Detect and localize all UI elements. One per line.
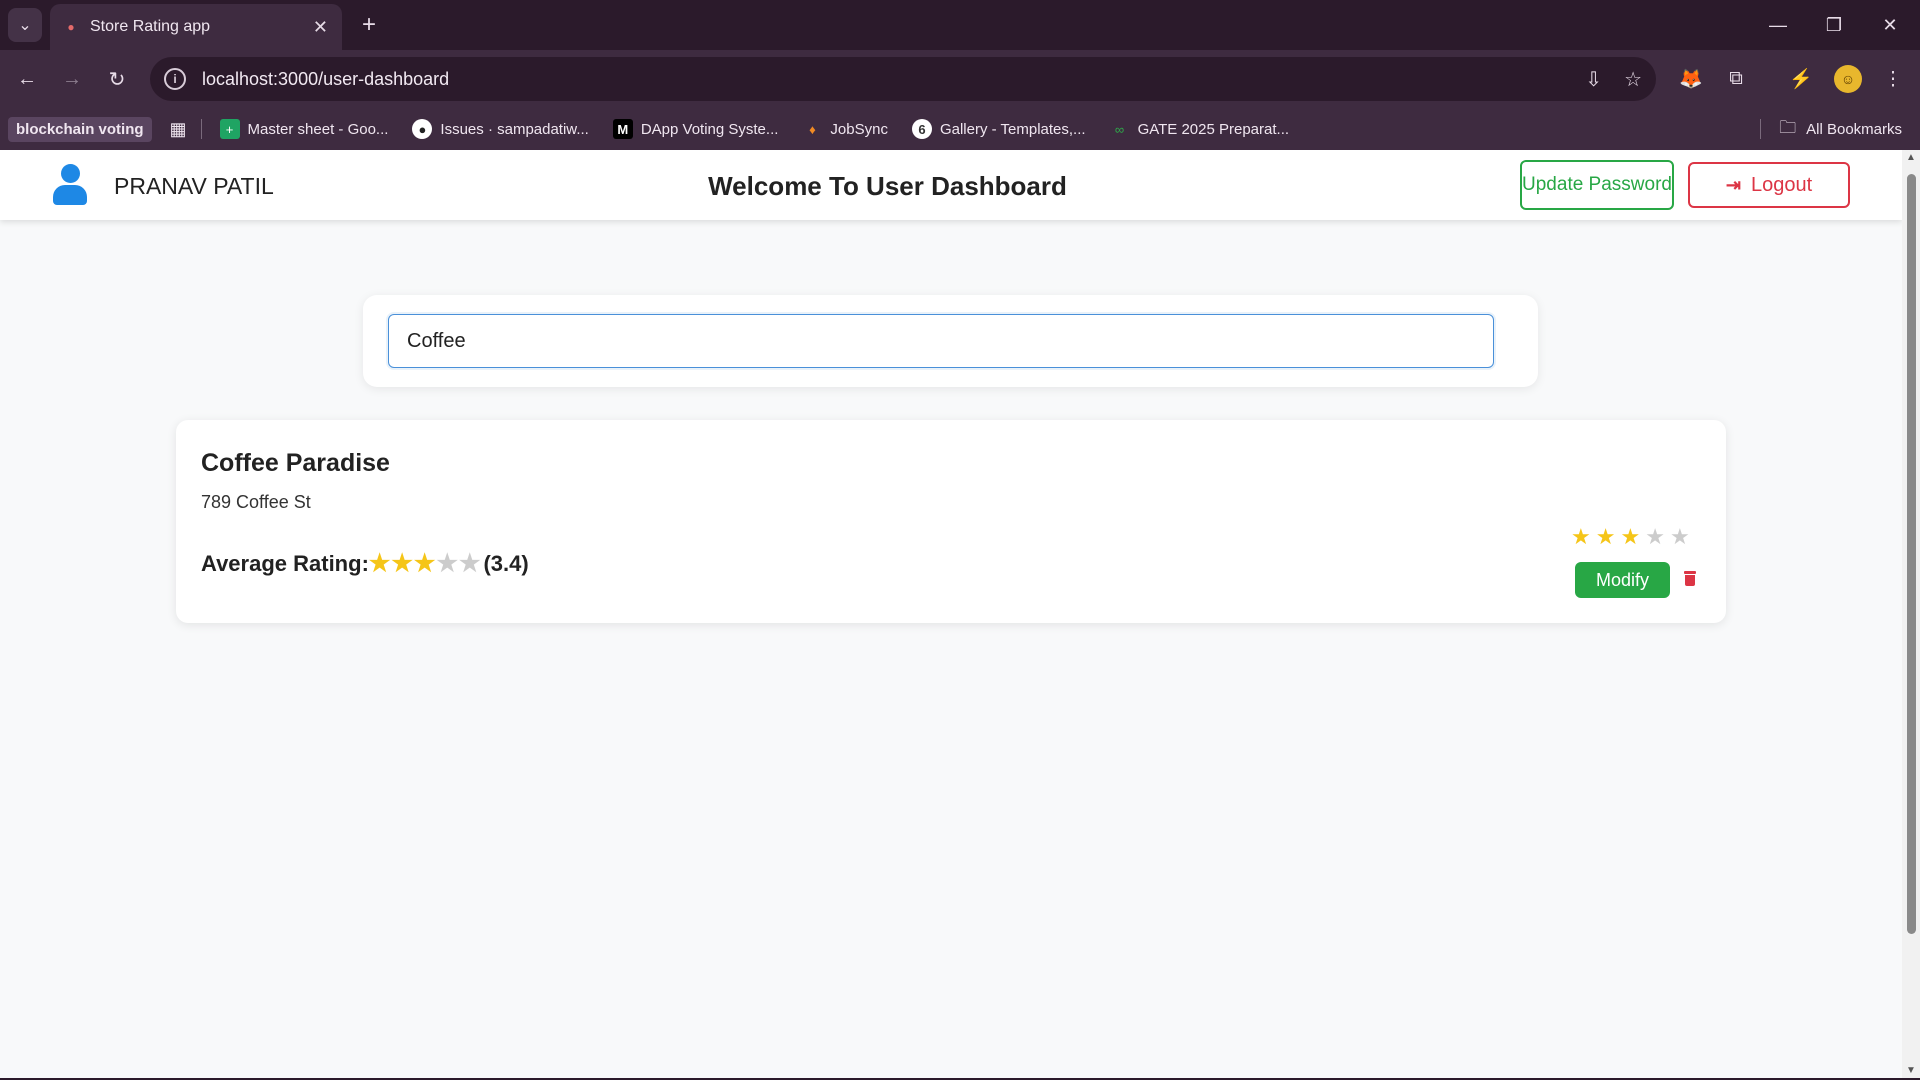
bookmark-gate-2025[interactable]: ∞ GATE 2025 Preparat... <box>1110 119 1289 139</box>
store-card: Coffee Paradise 789 Coffee St Average Ra… <box>176 420 1726 623</box>
average-rating: Average Rating: ★ ★ ★ ★ ★ (3.4) <box>201 549 529 578</box>
bookmark-separator <box>200 119 202 139</box>
address-bar[interactable]: i localhost:3000/user-dashboard ⇩ ☆ <box>150 57 1656 101</box>
bookmark-issues[interactable]: ● Issues · sampadatiw... <box>412 119 589 139</box>
install-app-icon[interactable]: ⇩ <box>1585 67 1602 92</box>
tab-title: Store Rating app <box>90 18 211 35</box>
browser-tab[interactable]: ● Store Rating app ✕ <box>50 4 342 50</box>
browser-tabstrip: ⌄ ● Store Rating app ✕ + — ❐ ✕ <box>0 0 1920 50</box>
user-rating-star-icon[interactable]: ★ <box>1620 524 1640 550</box>
store-address: 789 Coffee St <box>201 492 311 512</box>
scroll-down-icon[interactable]: ▼ <box>1906 1065 1916 1076</box>
bookmark-dapp-voting[interactable]: M DApp Voting Syste... <box>612 119 778 139</box>
page-viewport: PRANAV PATIL Welcome To User Dashboard U… <box>0 150 1902 1078</box>
page-title: Welcome To User Dashboard <box>708 171 1067 201</box>
chrome-menu-icon[interactable]: ⋮ <box>1878 64 1908 94</box>
average-rating-star-icon: ★ <box>391 550 413 577</box>
reload-icon[interactable]: ↻ <box>100 62 134 96</box>
search-card <box>363 295 1538 387</box>
average-rating-star-icon: ★ <box>458 550 481 577</box>
logout-label: Logout <box>1750 173 1813 196</box>
all-bookmarks-button[interactable]: 🗀 All Bookmarks <box>1760 108 1902 150</box>
github-icon: ● <box>412 119 433 139</box>
forward-icon[interactable]: → <box>55 62 89 96</box>
modify-rating-button[interactable]: Modify <box>1575 562 1670 598</box>
bookmark-gallery[interactable]: 6 Gallery - Templates,... <box>911 119 1086 139</box>
metamask-icon[interactable]: 🦊 <box>1676 64 1706 94</box>
extensions-icon[interactable]: ⧉ <box>1721 64 1751 94</box>
gallery-icon: 6 <box>911 119 932 139</box>
bookmark-blockchain-voting[interactable]: blockchain voting <box>8 116 152 142</box>
bookmark-master-sheet[interactable]: + Master sheet - Goo... <box>219 119 388 139</box>
tab-search-button[interactable]: ⌄ <box>8 8 42 42</box>
url-text: localhost:3000/user-dashboard <box>202 68 450 89</box>
user-rating-star-icon[interactable]: ★ <box>1571 524 1591 550</box>
folder-icon: 🗀 <box>1779 117 1797 137</box>
average-rating-star-icon: ★ <box>368 550 391 577</box>
bookmark-separator <box>1760 119 1762 139</box>
update-password-button[interactable]: Update Password <box>1520 160 1674 210</box>
performance-icon[interactable]: ⚡ <box>1786 64 1816 94</box>
scroll-up-icon[interactable]: ▲ <box>1906 152 1916 163</box>
dashboard-header: PRANAV PATIL Welcome To User Dashboard U… <box>0 150 1902 220</box>
close-window-icon[interactable]: ✕ <box>1862 0 1918 50</box>
bookmark-star-icon[interactable]: ☆ <box>1624 67 1642 92</box>
medium-icon: M <box>612 119 633 139</box>
average-rating-star-icon: ★ <box>413 550 436 577</box>
average-rating-value: (3.4) <box>483 550 529 576</box>
minimize-icon[interactable]: — <box>1750 0 1806 50</box>
site-info-icon[interactable]: i <box>164 68 186 90</box>
user-rating-star-icon[interactable]: ★ <box>1596 524 1616 550</box>
logout-button[interactable]: ⇥ Logout <box>1688 162 1850 208</box>
average-rating-stars: ★ ★ ★ ★ ★ <box>369 549 482 578</box>
jobsync-icon: ♦ <box>809 121 816 137</box>
user-rating-star-icon[interactable]: ★ <box>1645 524 1665 550</box>
user-rating-star-icon[interactable]: ★ <box>1670 524 1690 550</box>
logout-icon: ⇥ <box>1725 174 1741 195</box>
scrollbar-thumb[interactable] <box>1907 174 1916 934</box>
bookmarks-bar: blockchain voting ▦ + Master sheet - Goo… <box>0 108 1920 150</box>
user-rating-stars[interactable]: ★ ★ ★ ★ ★ <box>1571 524 1695 550</box>
new-tab-button[interactable]: + <box>352 8 386 42</box>
average-rating-star-icon: ★ <box>436 550 458 577</box>
profile-avatar[interactable]: ☺ <box>1834 65 1862 93</box>
sheets-icon: + <box>219 119 240 139</box>
bookmark-jobsync[interactable]: ♦ JobSync <box>802 119 888 139</box>
apps-grid-icon[interactable]: ▦ <box>170 119 187 140</box>
back-icon[interactable]: ← <box>10 62 44 96</box>
tab-favicon-icon: ● <box>67 20 75 34</box>
browser-toolbar: ← → ↻ i localhost:3000/user-dashboard ⇩ … <box>0 50 1920 108</box>
delete-rating-icon[interactable] <box>1684 571 1696 587</box>
restore-icon[interactable]: ❐ <box>1806 0 1862 50</box>
gate-icon: ∞ <box>1114 121 1125 137</box>
store-name: Coffee Paradise <box>201 449 390 477</box>
page-scrollbar[interactable]: ▲ ▼ <box>1902 150 1920 1078</box>
tab-close-icon[interactable]: ✕ <box>313 17 328 38</box>
store-search-input[interactable] <box>388 314 1494 368</box>
average-rating-label: Average Rating: <box>201 550 369 576</box>
